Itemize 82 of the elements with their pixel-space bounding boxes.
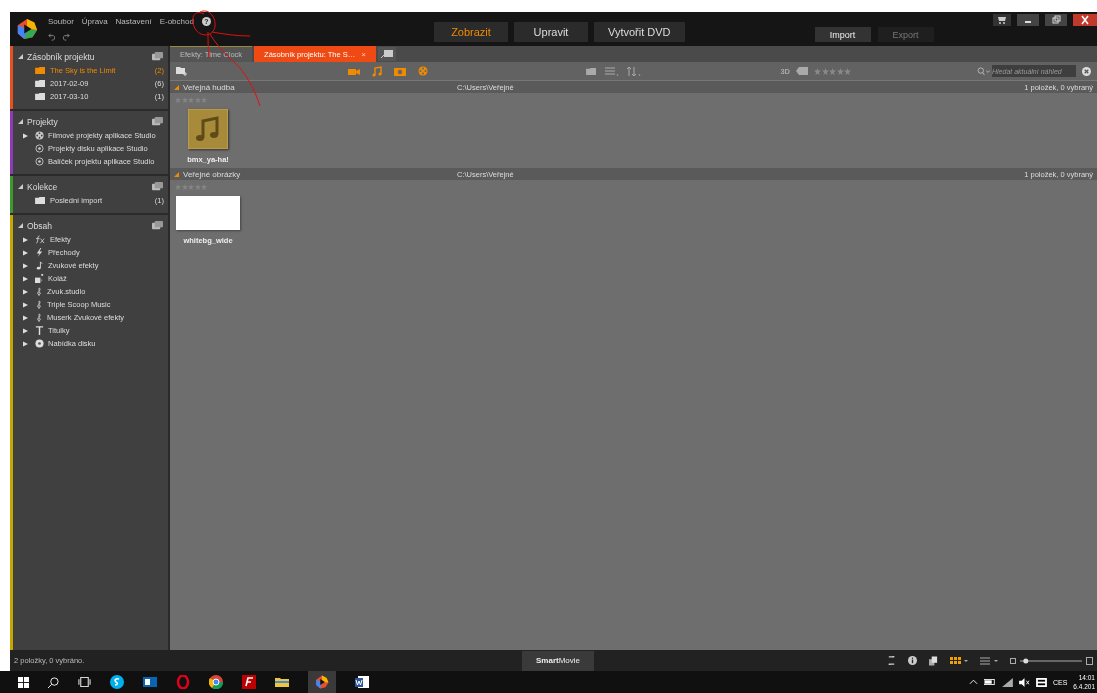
minimize-icon[interactable]	[1017, 14, 1039, 26]
treble-clef-icon	[35, 299, 43, 310]
collapse-icon[interactable]	[18, 223, 23, 228]
expand-icon[interactable]	[23, 132, 28, 139]
mode-tab[interactable]: Vytvořit DVD	[594, 22, 685, 42]
folder-icon	[35, 196, 46, 205]
section-title[interactable]: Kolekce	[27, 181, 58, 192]
task-view-icon[interactable]	[78, 677, 91, 687]
section-title[interactable]: Obsah	[27, 220, 53, 231]
menu-item[interactable]: Nastavení	[115, 17, 152, 26]
speaker-icon[interactable]	[1018, 677, 1030, 687]
grid-view-icon[interactable]	[950, 656, 968, 665]
section-action-icon[interactable]	[151, 181, 164, 192]
mode-tab[interactable]: Upravit	[514, 22, 588, 42]
search-icon[interactable]	[48, 676, 59, 688]
group-title: Veřejná hudba	[183, 82, 236, 92]
swap-icon[interactable]	[887, 656, 896, 665]
fx-icon	[35, 235, 46, 244]
section-title[interactable]: Zásobník projektu	[27, 51, 95, 62]
zoom-in-icon[interactable]	[1086, 656, 1093, 665]
collapse-icon[interactable]	[174, 171, 179, 177]
group-title: Veřejné obrázky	[183, 169, 242, 179]
ftp-app-icon[interactable]	[242, 675, 256, 689]
add-folder-icon[interactable]	[176, 66, 188, 76]
chat-app-icon[interactable]	[110, 675, 124, 689]
section-action-icon[interactable]	[151, 220, 164, 231]
transfer-button[interactable]: Import	[814, 27, 871, 42]
folder-icon	[35, 92, 46, 101]
disc-icon	[35, 157, 44, 166]
slider-thumb[interactable]	[1023, 658, 1029, 663]
menu-item[interactable]: Soubor	[48, 17, 74, 26]
chevron-up-icon[interactable]	[968, 679, 978, 685]
app-logo-icon	[16, 18, 38, 40]
browser-circle-icon[interactable]	[209, 675, 223, 689]
list-view-icon[interactable]	[980, 656, 998, 665]
collapse-icon[interactable]	[18, 54, 23, 59]
treble-clef-icon	[35, 312, 43, 323]
clear-search-icon[interactable]	[1082, 66, 1091, 76]
lightning-icon	[35, 248, 44, 257]
menu-item[interactable]: Úprava	[81, 17, 108, 26]
section-action-icon[interactable]	[151, 51, 164, 62]
app-logo-icon	[315, 675, 329, 689]
collapse-icon[interactable]	[174, 84, 179, 90]
mail-app-icon[interactable]	[143, 675, 157, 689]
windows-start-icon[interactable]	[18, 676, 29, 688]
sort-icon[interactable]	[627, 66, 641, 76]
new-tab-icon[interactable]	[377, 47, 396, 61]
restore-icon[interactable]	[1045, 14, 1067, 26]
taskbar-app-button[interactable]	[308, 671, 336, 693]
folder-icon[interactable]	[586, 66, 597, 76]
close-icon[interactable]	[1073, 14, 1097, 26]
zoom-slider[interactable]	[1020, 656, 1082, 665]
image-thumbnail[interactable]	[176, 196, 240, 230]
undo-icon[interactable]	[48, 32, 57, 41]
audio-thumbnail[interactable]	[188, 109, 228, 149]
disc-icon	[35, 144, 44, 153]
collage-icon	[35, 274, 44, 283]
wifi-icon[interactable]	[1001, 677, 1013, 687]
disc-menu-icon	[35, 339, 44, 348]
browser-o-icon[interactable]	[176, 675, 190, 689]
folder-icon	[35, 66, 46, 75]
word-app-icon[interactable]	[355, 675, 369, 689]
section-action-icon[interactable]	[151, 116, 164, 127]
collapse-icon[interactable]	[18, 184, 23, 189]
film-reel-icon	[35, 131, 44, 140]
section-title[interactable]: Projekty	[27, 116, 58, 127]
redo-icon[interactable]	[61, 32, 70, 41]
copy-icon[interactable]	[929, 655, 938, 666]
file-explorer-icon[interactable]	[275, 675, 289, 689]
collapse-icon[interactable]	[18, 119, 23, 124]
tag-icon[interactable]	[796, 67, 808, 75]
keyboard-icon[interactable]	[1035, 677, 1047, 687]
treble-clef-icon	[35, 286, 43, 297]
zoom-out-icon[interactable]	[1010, 657, 1016, 664]
smartmovie-button[interactable]: SmartMovie	[522, 650, 594, 671]
info-icon[interactable]	[908, 656, 917, 665]
battery-icon[interactable]	[983, 678, 996, 686]
music-note-icon	[35, 261, 44, 270]
folder-icon	[35, 79, 46, 88]
title-t-icon	[35, 326, 44, 335]
mode-tab[interactable]: Zobrazit	[434, 22, 508, 42]
cart-icon[interactable]	[993, 14, 1011, 26]
